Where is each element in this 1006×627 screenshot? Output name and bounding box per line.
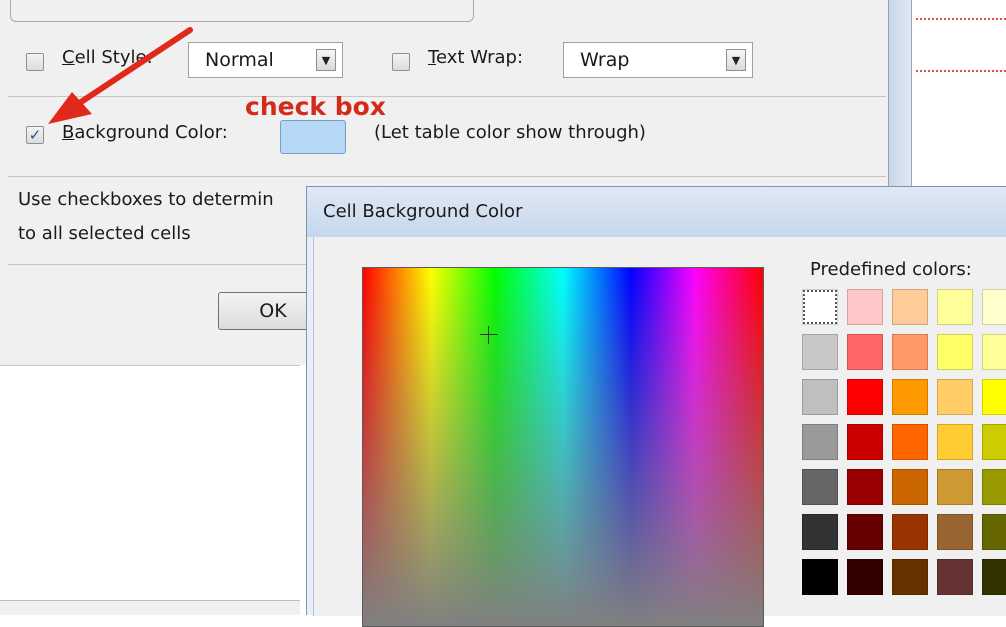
divider [8, 96, 886, 97]
color-swatch[interactable] [937, 514, 973, 550]
color-swatch[interactable] [982, 469, 1006, 505]
color-swatch[interactable] [847, 289, 883, 325]
color-swatch[interactable] [847, 559, 883, 595]
color-swatch[interactable] [802, 559, 838, 595]
color-swatch[interactable] [892, 469, 928, 505]
text-wrap-value: Wrap [580, 49, 630, 71]
text-wrap-checkbox[interactable] [392, 53, 410, 71]
window-bottom-frame [0, 600, 300, 615]
cell-style-label: Cell Style: [62, 47, 153, 68]
color-swatch[interactable] [847, 379, 883, 415]
color-swatch[interactable] [802, 379, 838, 415]
background-color-swatch-button[interactable] [280, 120, 346, 154]
document-area [0, 365, 300, 600]
document-page [912, 0, 1006, 190]
background-color-label: Background Color: [62, 122, 228, 143]
dialog-body: Predefined colors: [313, 237, 1006, 627]
annotation-text: check box [245, 92, 386, 121]
color-swatch[interactable] [802, 469, 838, 505]
predefined-color-palette [802, 289, 1006, 595]
color-swatch[interactable] [892, 379, 928, 415]
color-swatch[interactable] [892, 559, 928, 595]
divider [8, 264, 308, 265]
color-swatch[interactable] [937, 289, 973, 325]
color-swatch[interactable] [892, 514, 928, 550]
color-swatch[interactable] [937, 559, 973, 595]
color-swatch[interactable] [802, 424, 838, 460]
color-swatch[interactable] [937, 379, 973, 415]
cell-style-checkbox[interactable] [26, 53, 44, 71]
title-bar[interactable]: Cell Background Color [307, 187, 1006, 237]
color-swatch[interactable] [847, 469, 883, 505]
color-swatch[interactable] [937, 424, 973, 460]
color-swatch[interactable] [982, 514, 1006, 550]
color-swatch[interactable] [802, 289, 838, 325]
color-swatch[interactable] [937, 334, 973, 370]
text-wrap-label: Text Wrap: [428, 47, 524, 68]
color-swatch[interactable] [937, 469, 973, 505]
color-swatch[interactable] [892, 289, 928, 325]
cell-style-value: Normal [205, 49, 274, 71]
divider [8, 176, 886, 177]
color-swatch[interactable] [847, 424, 883, 460]
help-text-line-1: Use checkboxes to determin [18, 189, 274, 210]
help-text-line-2: to all selected cells [18, 223, 191, 244]
color-swatch[interactable] [982, 424, 1006, 460]
cell-background-color-dialog: Cell Background Color Predefined colors: [306, 186, 1006, 627]
color-spectrum[interactable] [362, 267, 764, 627]
checkmark-icon: ✓ [28, 125, 42, 144]
table-gridline [916, 18, 1006, 20]
color-swatch[interactable] [892, 424, 928, 460]
chevron-down-icon[interactable]: ▼ [316, 49, 336, 71]
table-gridline [916, 70, 1006, 72]
color-swatch[interactable] [982, 379, 1006, 415]
background-color-note: (Let table color show through) [374, 122, 646, 143]
chevron-down-icon[interactable]: ▼ [726, 49, 746, 71]
color-swatch[interactable] [892, 334, 928, 370]
predefined-colors-label: Predefined colors: [810, 259, 972, 280]
color-swatch[interactable] [982, 559, 1006, 595]
cell-style-select[interactable]: Normal ▼ [188, 42, 343, 78]
color-swatch[interactable] [982, 334, 1006, 370]
color-swatch[interactable] [802, 334, 838, 370]
text-wrap-select[interactable]: Wrap ▼ [563, 42, 753, 78]
color-swatch[interactable] [802, 514, 838, 550]
background-color-checkbox[interactable]: ✓ [26, 126, 44, 144]
color-swatch[interactable] [847, 514, 883, 550]
color-swatch[interactable] [982, 289, 1006, 325]
crosshair-icon[interactable] [480, 326, 498, 344]
color-swatch[interactable] [847, 334, 883, 370]
group-box [10, 0, 474, 22]
dialog-title: Cell Background Color [323, 201, 523, 222]
